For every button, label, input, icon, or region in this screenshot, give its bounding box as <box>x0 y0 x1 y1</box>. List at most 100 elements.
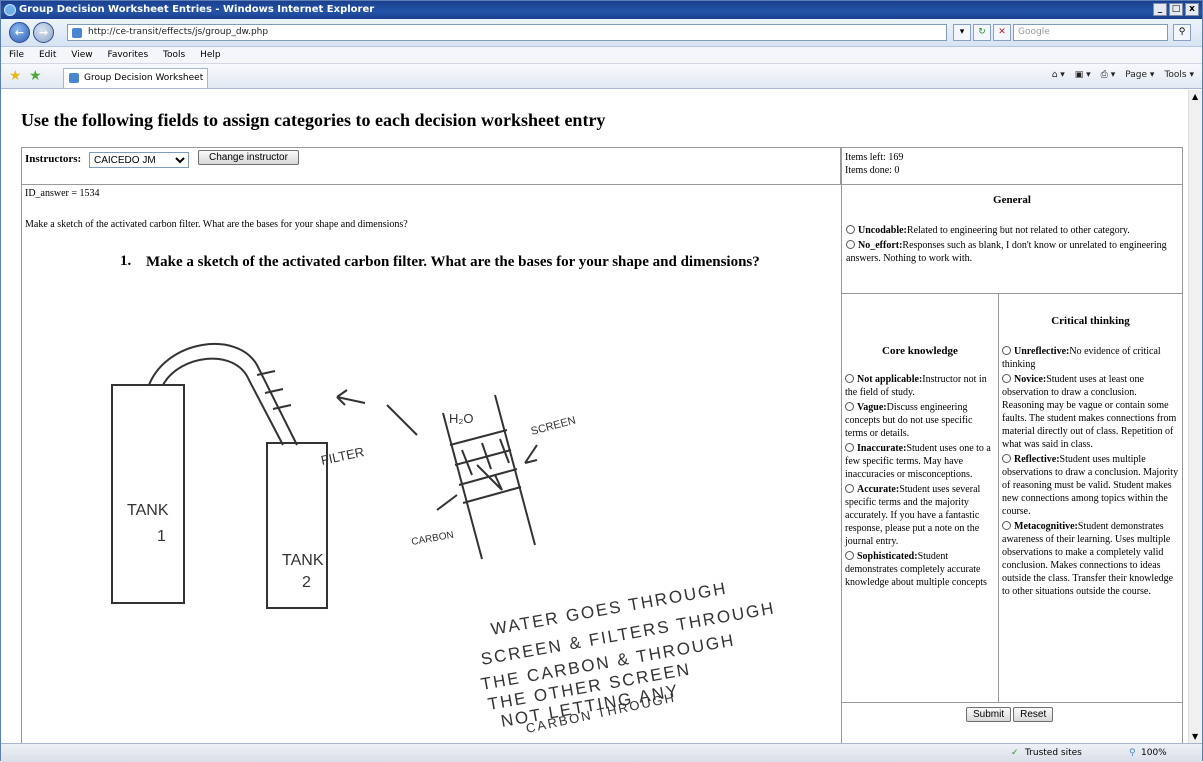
instructor-select[interactable]: CAICEDO JM <box>89 152 189 168</box>
option-desc: Student uses at least one observation to… <box>1002 374 1177 450</box>
page-title: Use the following fields to assign categ… <box>21 110 606 130</box>
zoom-icon[interactable]: ⚲ <box>1129 744 1136 762</box>
page-content: Use the following fields to assign categ… <box>9 90 1187 743</box>
zoom-level[interactable]: 100% <box>1141 744 1167 762</box>
menu-edit[interactable]: Edit <box>39 50 56 60</box>
option-vague[interactable]: Vague:Discuss engineering concepts but d… <box>845 401 995 440</box>
option-name: Not applicable: <box>857 374 923 385</box>
option-name: Vague: <box>857 402 887 413</box>
radio-icon[interactable] <box>845 484 854 493</box>
tank1-label-line1: TANK <box>127 502 169 519</box>
option-name: Inaccurate: <box>857 443 907 454</box>
screen-arrow <box>524 444 538 464</box>
radio-icon[interactable] <box>845 443 854 452</box>
radio-icon[interactable] <box>846 240 855 249</box>
security-zone: Trusted sites <box>1025 748 1082 758</box>
menu-help[interactable]: Help <box>200 50 221 60</box>
items-done: Items done: 0 <box>845 165 900 176</box>
tank2-label-line2: 2 <box>302 574 311 591</box>
form-actions: Submit Reset <box>841 702 1183 743</box>
menu-view[interactable]: View <box>71 50 92 60</box>
tools-menu[interactable]: Tools ▾ <box>1164 70 1194 80</box>
submit-button[interactable]: Submit <box>966 707 1012 722</box>
search-icon[interactable]: ⚲ <box>1173 24 1191 41</box>
option-not-applicable[interactable]: Not applicable:Instructor not in the fie… <box>845 373 995 399</box>
search-input[interactable]: Google <box>1013 24 1168 41</box>
trusted-sites-icon: ✓ <box>1011 748 1019 758</box>
option-name: Reflective: <box>1014 454 1060 465</box>
core-title: Core knowledge <box>882 345 958 357</box>
url-text: http://ce-transit/effects/js/group_dw.ph… <box>88 27 269 37</box>
option-sophisticated[interactable]: Sophisticated:Student demonstrates compl… <box>845 550 995 589</box>
option-name: No_effort: <box>858 240 903 251</box>
option-unreflective[interactable]: Unreflective:No evidence of critical thi… <box>1002 345 1179 371</box>
favorites-star-icon[interactable]: ★ <box>9 69 22 83</box>
maximize-button[interactable]: □ <box>1169 3 1183 16</box>
page-icon <box>72 28 82 38</box>
option-name: Sophisticated: <box>857 551 918 562</box>
general-panel: General Uncodable:Related to engineering… <box>841 184 1183 294</box>
option-name: Accurate: <box>857 484 900 495</box>
menu-tools[interactable]: Tools <box>163 50 185 60</box>
tank1-shape <box>111 384 185 604</box>
menu-favorites[interactable]: Favorites <box>107 50 148 60</box>
option-metacognitive[interactable]: Metacognitive:Student demonstrates aware… <box>1002 520 1179 598</box>
change-instructor-button[interactable]: Change instructor <box>198 150 299 165</box>
print-icon[interactable]: ⎙ ▾ <box>1101 70 1116 80</box>
critical-thinking-panel: Critical thinking Unreflective:No eviden… <box>998 293 1183 703</box>
back-arrow-icon[interactable]: ← <box>9 22 30 43</box>
flow-arrow <box>476 464 503 491</box>
radio-icon[interactable] <box>1002 374 1011 383</box>
home-icon[interactable]: ⌂ ▾ <box>1052 70 1065 80</box>
address-toolbar: ← → http://ce-transit/effects/js/group_d… <box>1 19 1202 47</box>
address-input[interactable]: http://ce-transit/effects/js/group_dw.ph… <box>67 24 947 41</box>
add-favorite-icon[interactable]: ★ <box>29 69 42 83</box>
radio-icon[interactable] <box>1002 454 1011 463</box>
reset-button[interactable]: Reset <box>1013 707 1054 722</box>
carbon-label: CARBON <box>411 530 455 548</box>
option-name: Uncodable: <box>858 225 907 236</box>
stop-icon[interactable]: ✕ <box>993 24 1011 41</box>
menu-file[interactable]: File <box>9 50 24 60</box>
option-no-effort[interactable]: No_effort:Responses such as blank, I don… <box>846 239 1178 265</box>
option-reflective[interactable]: Reflective:Student uses multiple observa… <box>1002 453 1179 518</box>
core-knowledge-panel: Core knowledge Not applicable:Instructor… <box>841 293 999 703</box>
page-menu[interactable]: Page ▾ <box>1125 70 1154 80</box>
radio-icon[interactable] <box>845 402 854 411</box>
ie-icon <box>4 4 16 16</box>
radio-icon[interactable] <box>1002 346 1011 355</box>
option-desc: Student demonstrates awareness of their … <box>1002 521 1174 597</box>
window-title: Group Decision Worksheet Entries - Windo… <box>19 4 375 15</box>
radio-icon[interactable] <box>846 225 855 234</box>
option-accurate[interactable]: Accurate:Student uses several specific t… <box>845 483 995 548</box>
option-name: Novice: <box>1014 374 1047 385</box>
items-left: Items left: 169 <box>845 152 904 163</box>
question-text: Make a sketch of the activated carbon fi… <box>25 219 408 230</box>
tab-group-decision[interactable]: Group Decision Worksheet Entries <box>63 68 208 102</box>
option-name: Metacognitive: <box>1014 521 1078 532</box>
minimize-button[interactable]: _ <box>1153 3 1167 16</box>
option-name: Unreflective: <box>1014 346 1070 357</box>
radio-icon[interactable] <box>1002 521 1011 530</box>
scroll-up-icon[interactable]: ▲ <box>1192 92 1198 101</box>
option-desc: Related to engineering but not related t… <box>906 225 1130 236</box>
radio-icon[interactable] <box>845 374 854 383</box>
scroll-down-icon[interactable]: ▼ <box>1192 732 1198 741</box>
menu-bar: File Edit View Favorites Tools Help <box>1 47 1202 64</box>
option-inaccurate[interactable]: Inaccurate:Student uses one to a few spe… <box>845 442 995 481</box>
tank2-shape <box>266 442 328 609</box>
address-dropdown-icon[interactable]: ▾ <box>953 24 971 41</box>
feeds-icon[interactable]: ▣ ▾ <box>1075 70 1091 80</box>
favorites-bar: ★ ★ Group Decision Worksheet Entries ⌂ ▾… <box>1 64 1202 102</box>
tab-page-icon <box>69 73 79 83</box>
forward-arrow-icon[interactable]: → <box>33 22 54 43</box>
question-number: 1. <box>120 253 132 269</box>
refresh-icon[interactable]: ↻ <box>973 24 991 41</box>
close-button[interactable]: x <box>1185 3 1199 16</box>
option-uncodable[interactable]: Uncodable:Related to engineering but not… <box>846 224 1178 237</box>
browser-window: Group Decision Worksheet Entries - Windo… <box>0 0 1203 762</box>
option-novice[interactable]: Novice:Student uses at least one observa… <box>1002 373 1179 451</box>
vertical-scrollbar[interactable]: ▲ ▼ <box>1188 90 1202 743</box>
question-heading: Make a sketch of the activated carbon fi… <box>146 254 760 270</box>
radio-icon[interactable] <box>845 551 854 560</box>
